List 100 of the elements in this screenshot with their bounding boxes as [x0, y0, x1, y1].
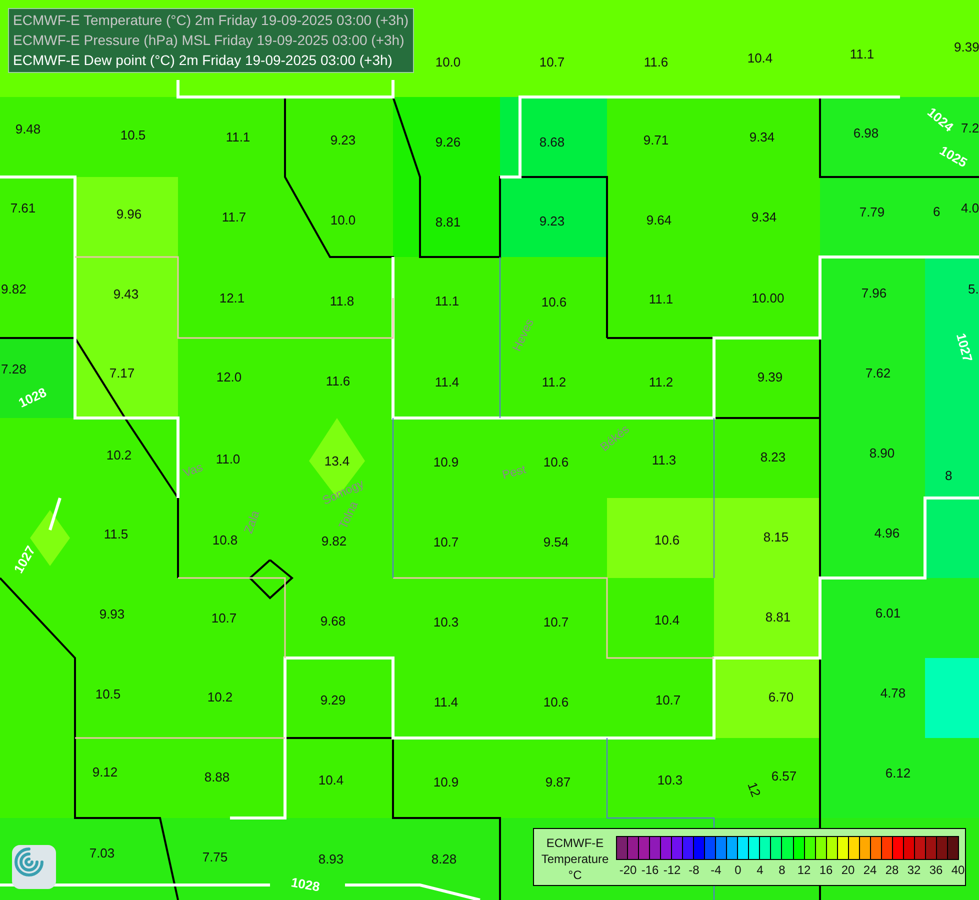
temperature-value: 10.7 — [433, 534, 459, 550]
scale-tick-label: 16 — [819, 863, 833, 877]
temperature-value: 6.57 — [771, 768, 797, 784]
temperature-value: 10.7 — [211, 610, 237, 626]
temperature-value: 11.6 — [326, 374, 350, 388]
legend-unit: °C — [568, 867, 582, 883]
temperature-value: 4.96 — [874, 526, 900, 540]
temperature-value: 4.78 — [880, 686, 906, 700]
logo-badge[interactable] — [12, 845, 56, 889]
region-name: Vas — [181, 460, 205, 480]
scale-tick-label: -16 — [641, 863, 659, 877]
isobar-label: 1025 — [937, 142, 970, 170]
temperature-value: 8.93 — [318, 852, 344, 866]
temperature-value: 9.26 — [435, 134, 461, 150]
region-name: Tolna — [336, 499, 361, 531]
temperature-value: 10.7 — [539, 54, 565, 70]
temperature-value: 9.54 — [543, 534, 569, 550]
temperature-value: 9.29 — [320, 692, 346, 708]
temperature-value: 7.28 — [1, 362, 26, 376]
temperature-value: 11.4 — [434, 374, 460, 390]
temperature-value: 10.5 — [95, 686, 121, 702]
temperature-value: 6.98 — [853, 126, 879, 140]
temperature-value: 9.23 — [539, 214, 565, 228]
temperature-value: 8.90 — [869, 446, 895, 460]
temperature-value: 7.03 — [89, 846, 115, 860]
temperature-value: 6.70 — [768, 690, 794, 704]
scale-tick-label: 4 — [756, 863, 764, 877]
temperature-value: 9.48 — [15, 122, 41, 136]
temperature-value: 12.1 — [219, 290, 245, 306]
temperature-value: 9.23 — [330, 132, 356, 148]
temperature-value: 10.3 — [657, 772, 683, 788]
temperature-value: 10.4 — [654, 612, 680, 628]
scale-tick-label: 8 — [778, 863, 786, 877]
temperature-value: 10.7 — [543, 614, 569, 630]
temperature-value: 11.1 — [226, 130, 250, 144]
temperature-value: 8.28 — [431, 852, 457, 866]
temperature-value: 13.4 — [324, 454, 350, 468]
temperature-value: 7.2 — [961, 120, 979, 136]
temperature-value: 10.3 — [433, 614, 459, 630]
scale-tick-label: -8 — [688, 863, 700, 877]
temperature-value: 9.96 — [116, 206, 142, 222]
layer-title[interactable]: ECMWF-E Pressure (hPa) MSL Friday 19-09-2025 03:00 (+3h) — [13, 32, 409, 49]
scale-tick-label: 24 — [863, 863, 877, 877]
temperature-value: 7.62 — [865, 366, 891, 380]
region-name: Pest — [500, 462, 528, 482]
temperature-value: 11.5 — [104, 526, 128, 542]
temperature-value: 7.75 — [202, 850, 228, 864]
temperature-value: 10.6 — [541, 294, 567, 310]
swirl-logo-icon — [12, 845, 46, 879]
temperature-value: 11.3 — [652, 452, 676, 468]
temperature-value: 10.9 — [433, 454, 459, 470]
temperature-value: 9.64 — [646, 212, 672, 228]
temperature-value: 10.0 — [330, 212, 356, 228]
temperature-value: 10.6 — [543, 454, 569, 470]
isobar-label: 1027 — [953, 332, 976, 364]
temperature-value: 7.96 — [861, 286, 887, 300]
temperature-value: 10.2 — [207, 690, 233, 704]
temperature-value: 9.82 — [321, 534, 347, 548]
temperature-value: 10.5 — [120, 128, 146, 142]
temperature-value: 9.71 — [643, 132, 669, 148]
isobar-label: 1028 — [290, 874, 321, 894]
temperature-value: 11.0 — [216, 452, 240, 466]
temperature-value: 10.0 — [435, 54, 461, 70]
temperature-value: 9.87 — [545, 774, 571, 790]
temperature-value: 11.6 — [644, 54, 668, 70]
temperature-value: 9.82 — [1, 282, 26, 296]
temperature-value: 12.0 — [216, 370, 242, 384]
legend-variable: Temperature — [541, 851, 609, 867]
temperature-value: 8.68 — [539, 134, 565, 150]
legend-title: ECMWF-E — [546, 835, 604, 851]
layer-title[interactable]: ECMWF-E Dew point (°C) 2m Friday 19-09-2025 03:00 (+3h) — [13, 52, 409, 69]
contour-line — [248, 558, 294, 600]
temperature-value: 9.93 — [99, 606, 125, 622]
temperature-value: 6.01 — [875, 606, 901, 620]
scale-tick-label: -20 — [619, 863, 637, 877]
temperature-value: 8.81 — [765, 610, 791, 624]
temperature-value: 11.7 — [222, 210, 246, 224]
temperature-value: 4.0 — [961, 200, 979, 216]
temperature-value: 10.4 — [747, 50, 773, 66]
isobar-label: 1028 — [16, 384, 49, 410]
temperature-value: 10.4 — [318, 772, 344, 788]
scale-tick-label: 0 — [734, 863, 742, 877]
temperature-value: 10.2 — [106, 448, 132, 462]
contour-label: 6 — [933, 204, 940, 219]
temperature-value: 9.34 — [749, 130, 775, 144]
temperature-value: 9.12 — [92, 764, 118, 780]
temperature-value: 7.17 — [109, 366, 135, 380]
temperature-value: 11.1 — [648, 292, 674, 306]
temperature-value: 9.43 — [113, 286, 139, 302]
temperature-value: 10.7 — [655, 692, 681, 708]
scale-tick-label: -12 — [663, 863, 681, 877]
layer-title[interactable]: ECMWF-E Temperature (°C) 2m Friday 19-09-2025 03:00 (+3h) — [13, 12, 409, 29]
temperature-value: 7.79 — [859, 204, 885, 220]
temperature-value: 9.34 — [751, 210, 777, 224]
scale-tick-label: 20 — [841, 863, 855, 877]
scale-tick-label: 28 — [885, 863, 899, 877]
temperature-value: 10.6 — [543, 694, 569, 710]
scale-tick-label: 40 — [951, 863, 965, 877]
temperature-value: 8.23 — [760, 450, 786, 464]
temperature-value: 10.8 — [212, 532, 238, 548]
